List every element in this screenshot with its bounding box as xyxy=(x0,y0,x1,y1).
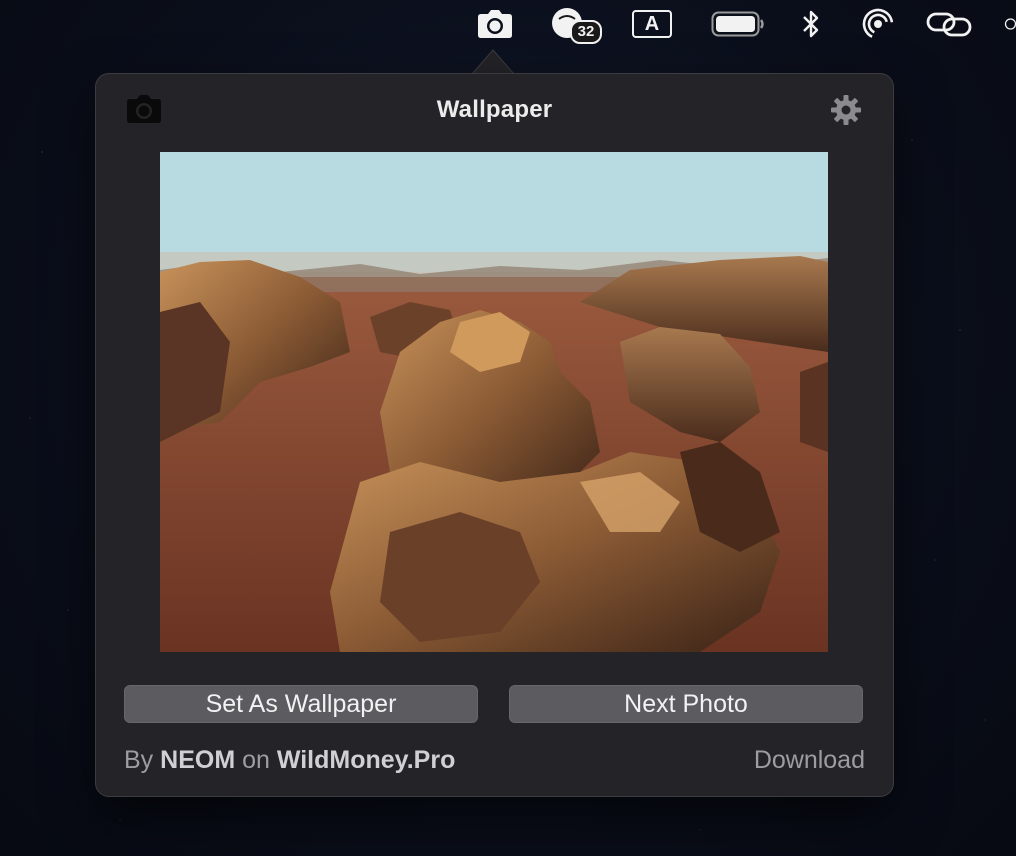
set-as-wallpaper-button[interactable]: Set As Wallpaper xyxy=(124,685,478,723)
wallpaper-popover: Wallpaper Set As Wallpaper Next Photo By… xyxy=(95,73,894,797)
notification-count: 32 xyxy=(570,20,602,44)
wallpaper-preview-image xyxy=(160,152,828,652)
input-source-label: A xyxy=(632,10,672,38)
download-link[interactable]: Download xyxy=(754,746,865,775)
input-source-icon[interactable]: A xyxy=(630,6,674,42)
camera-icon[interactable] xyxy=(476,6,514,42)
bluetooth-icon[interactable] xyxy=(798,6,824,42)
next-photo-button[interactable]: Next Photo xyxy=(509,685,863,723)
notification-badge-icon[interactable]: 32 xyxy=(550,6,602,44)
airdrop-icon[interactable] xyxy=(860,6,896,42)
credit-middle: on xyxy=(242,746,270,774)
site-link[interactable]: WildMoney.Pro xyxy=(277,746,455,774)
menu-bar: 32 A xyxy=(0,0,1016,50)
battery-icon[interactable] xyxy=(711,6,765,42)
photo-credit: By NEOM on WildMoney.Pro xyxy=(124,746,455,775)
control-center-icon[interactable] xyxy=(1004,6,1016,42)
link-icon[interactable] xyxy=(926,6,972,42)
author-link[interactable]: NEOM xyxy=(160,746,235,774)
gear-icon[interactable] xyxy=(830,94,862,131)
popover-arrow xyxy=(472,49,514,75)
popover-title: Wallpaper xyxy=(436,96,553,123)
credit-prefix: By xyxy=(124,746,154,774)
